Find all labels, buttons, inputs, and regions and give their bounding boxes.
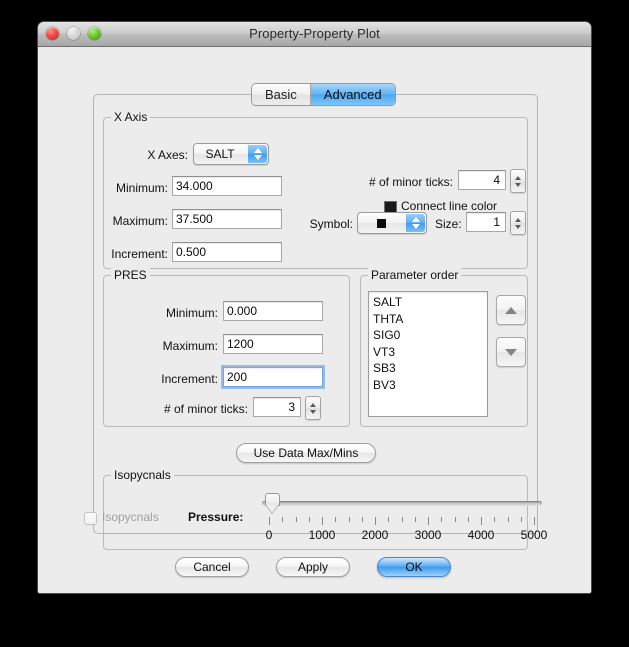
dialog-body: Basic Advanced X Axis X Axes: SALT Minim… [38,47,591,593]
x-axis-group-title: X Axis [111,110,151,124]
ok-button[interactable]: OK [377,557,451,577]
slider-tick-minor [441,517,443,522]
slider-tick-minor [295,517,297,522]
slider-tick-major [428,517,429,525]
list-item[interactable]: VT3 [373,344,487,361]
x-minimum-label: Minimum: [115,181,168,195]
slider-tick-label: 4000 [467,528,495,542]
slider-tick-minor [507,517,509,522]
x-minimum-input[interactable]: 34.000 [172,176,282,196]
pres-minimum-label: Minimum: [165,306,218,320]
slider-tick-minor [388,517,390,522]
pres-increment-input[interactable]: 200 [221,365,325,389]
slider-tick-minor [494,517,496,522]
slider-tick-minor [335,517,337,522]
slider-tick-minor [361,517,363,522]
parameter-order-group-title: Parameter order [368,268,462,282]
isopycnals-group-title: Isopycnals [111,468,174,482]
dialog-window: Property-Property Plot Basic Advanced X … [38,22,591,593]
x-minor-ticks-input[interactable]: 4 [458,170,506,190]
slider-tick-major [269,517,270,525]
x-increment-input[interactable]: 0.500 [172,242,282,262]
size-label: Size: [435,217,462,231]
window-title: Property-Property Plot [249,26,380,41]
pres-minimum-input[interactable]: 0.000 [223,301,323,321]
slider-tick-major [481,517,482,525]
symbol-select[interactable] [357,212,427,234]
x-minor-ticks-label: # of minor ticks: [368,175,453,189]
slider-tick-minor [348,517,350,522]
pressure-label: Pressure: [188,510,244,524]
chevron-updown-icon [406,214,425,232]
slider-tick-minor [401,517,403,522]
square-symbol-icon [376,218,386,228]
list-item[interactable]: THTA [373,311,487,328]
pres-minor-ticks-stepper[interactable] [305,396,321,420]
slider-tick-minor [467,517,469,522]
size-stepper[interactable] [510,211,526,235]
slider-tick-label: 5000 [520,528,548,542]
slider-tick-minor [414,517,416,522]
connect-line-color-label: Connect line color [401,199,498,213]
x-axes-select[interactable]: SALT [193,143,269,165]
slider-tick-label: 0 [265,528,273,542]
x-minor-ticks-stepper[interactable] [510,169,526,193]
window-titlebar[interactable]: Property-Property Plot [38,22,591,47]
x-maximum-label: Maximum: [112,214,168,228]
symbol-label: Symbol: [309,217,353,231]
arrow-down-icon [505,348,517,356]
apply-button[interactable]: Apply [276,557,350,577]
symbol-select-value [358,213,404,233]
cancel-button[interactable]: Cancel [175,557,249,577]
tab-bar: Basic Advanced [252,84,395,105]
slider-tick-minor [282,517,284,522]
slider-tick-label: 1000 [308,528,336,542]
chevron-updown-icon [248,145,267,163]
tab-advanced[interactable]: Advanced [309,84,395,105]
pres-increment-label: Increment: [161,372,218,386]
slider-track[interactable] [262,501,542,506]
slider-tick-major [322,517,323,525]
screen: Property-Property Plot Basic Advanced X … [0,0,629,647]
move-down-button[interactable] [496,337,526,367]
parameter-order-list[interactable]: SALT THTA SIG0 VT3 SB3 BV3 [368,291,488,417]
list-item[interactable]: BV3 [373,377,487,394]
pres-minor-ticks-input[interactable]: 3 [253,397,301,417]
slider-knob[interactable] [265,493,281,514]
isopycnals-checkbox-label: Isopycnals [102,510,159,524]
slider-tick-minor [520,517,522,522]
list-item[interactable]: SIG0 [373,327,487,344]
x-axes-select-value: SALT [205,147,235,161]
move-up-button[interactable] [496,295,526,325]
slider-tick-major [534,517,535,525]
slider-tick-label: 2000 [361,528,389,542]
pres-group-title: PRES [111,268,150,282]
slider-tick-minor [308,517,310,522]
pres-minor-ticks-label: # of minor ticks: [163,402,248,416]
pres-maximum-input[interactable]: 1200 [223,334,323,354]
list-item[interactable]: SB3 [373,360,487,377]
x-axes-label: X Axes: [147,148,188,162]
arrow-up-icon [505,306,517,314]
isopycnals-checkbox[interactable] [84,512,97,525]
pres-maximum-label: Maximum: [162,339,218,353]
slider-tick-label: 3000 [414,528,442,542]
slider-ticks [262,517,542,526]
tab-basic[interactable]: Basic [252,84,310,105]
list-item[interactable]: SALT [373,294,487,311]
size-input[interactable]: 1 [466,212,506,232]
x-increment-label: Increment: [111,247,168,261]
use-data-max-mins-button[interactable]: Use Data Max/Mins [236,443,376,463]
pressure-slider[interactable]: 0 1000 2000 3000 4000 5000 [262,492,547,542]
slider-tick-major [375,517,376,525]
slider-tick-minor [454,517,456,522]
